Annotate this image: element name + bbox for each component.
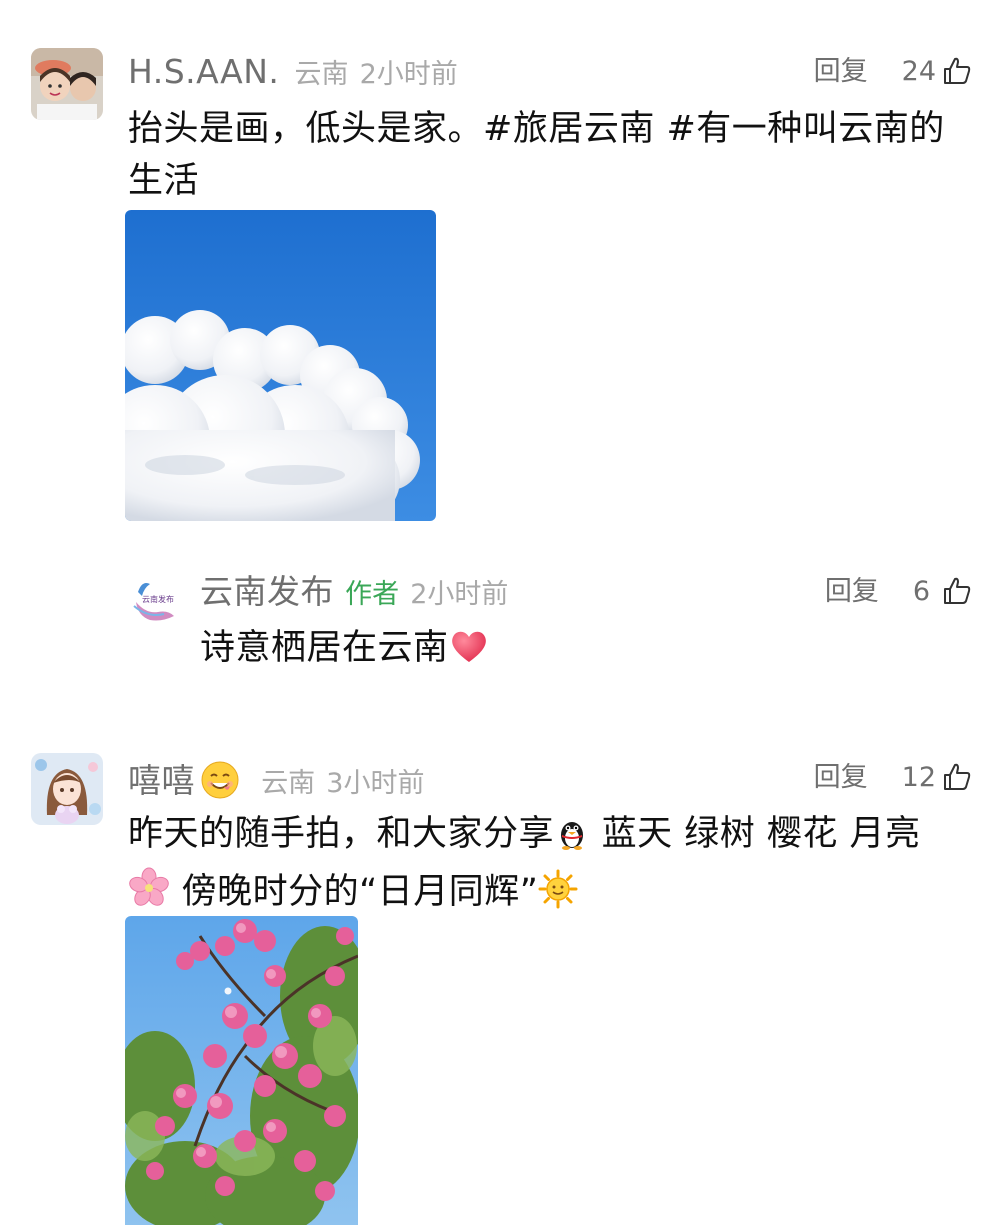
- comment-text-part: 昨天的随手拍，和大家分享: [128, 814, 555, 854]
- red-heart-icon: [449, 627, 489, 680]
- author-name[interactable]: 云南发布: [200, 572, 334, 611]
- smiling-face-icon: [200, 760, 240, 803]
- comment-actions: 回复 24: [814, 56, 972, 86]
- comment-photo[interactable]: [125, 916, 358, 1225]
- comment-text-part: 傍晚时分的“日月同辉”: [170, 872, 539, 912]
- comment-text-line: 抬头是画，低头是家。#旅居云南 #有一种叫云南的: [128, 109, 945, 149]
- author-avatar[interactable]: 云南发布: [128, 572, 182, 626]
- avatar-label: 云南发布: [142, 594, 174, 604]
- blue-sky-clouds-photo: [125, 210, 436, 521]
- reply-header: 云南发布 作者 2小时前: [200, 575, 508, 608]
- comment-text-part: 蓝天 绿树 樱花 月亮: [590, 814, 921, 854]
- comment-text: 抬头是画，低头是家。#旅居云南 #有一种叫云南的 生活: [128, 103, 968, 207]
- thumbs-up-icon[interactable]: [942, 56, 972, 86]
- comment-text: 昨天的随手拍，和大家分享 蓝天 绿树 樱花 月亮 傍晚时分的“日月同辉”: [128, 808, 968, 924]
- comment-photo[interactable]: [125, 210, 436, 521]
- thumbs-up-icon[interactable]: [942, 762, 972, 792]
- user-name[interactable]: H.S.AAN.: [128, 52, 279, 91]
- user-location: 云南: [294, 59, 349, 90]
- thumbs-up-icon[interactable]: [942, 576, 972, 606]
- user-location: 云南: [261, 768, 316, 799]
- comment-actions: 回复 12: [814, 762, 972, 792]
- cherry-blossom-tree-photo: [125, 916, 358, 1225]
- user-name[interactable]: 嘻嘻: [128, 761, 195, 800]
- anime-girl-avatar: [31, 753, 103, 825]
- couple-photo-avatar: [31, 48, 103, 120]
- reply-time: 2小时前: [410, 579, 509, 610]
- peacock-logo-avatar: 云南发布: [128, 572, 182, 626]
- user-avatar[interactable]: [31, 48, 103, 120]
- reply-button[interactable]: 回复: [814, 764, 868, 791]
- user-avatar[interactable]: [31, 753, 103, 825]
- comment-time: 3小时前: [326, 768, 425, 799]
- comment-header: H.S.AAN. 云南 2小时前: [128, 55, 458, 88]
- comment-time: 2小时前: [359, 59, 458, 90]
- comment-text-line: 生活: [128, 161, 200, 201]
- like-count: 12: [901, 761, 936, 793]
- like-count: 6: [912, 575, 930, 607]
- reply-text-content: 诗意栖居在云南: [200, 628, 449, 668]
- like-count: 24: [901, 55, 936, 87]
- reply-actions: 回复 6: [825, 576, 972, 606]
- penguin-icon: [554, 814, 590, 866]
- comment-header: 嘻嘻 云南 3小时前: [128, 760, 424, 803]
- comment-text-line: 昨天的随手拍，和大家分享 蓝天 绿树 樱花 月亮: [128, 808, 968, 866]
- reply-button[interactable]: 回复: [825, 578, 879, 605]
- reply-button[interactable]: 回复: [814, 58, 868, 85]
- sun-face-icon: [538, 869, 578, 924]
- author-badge: 作者: [345, 579, 400, 610]
- reply-text: 诗意栖居在云南: [200, 622, 489, 680]
